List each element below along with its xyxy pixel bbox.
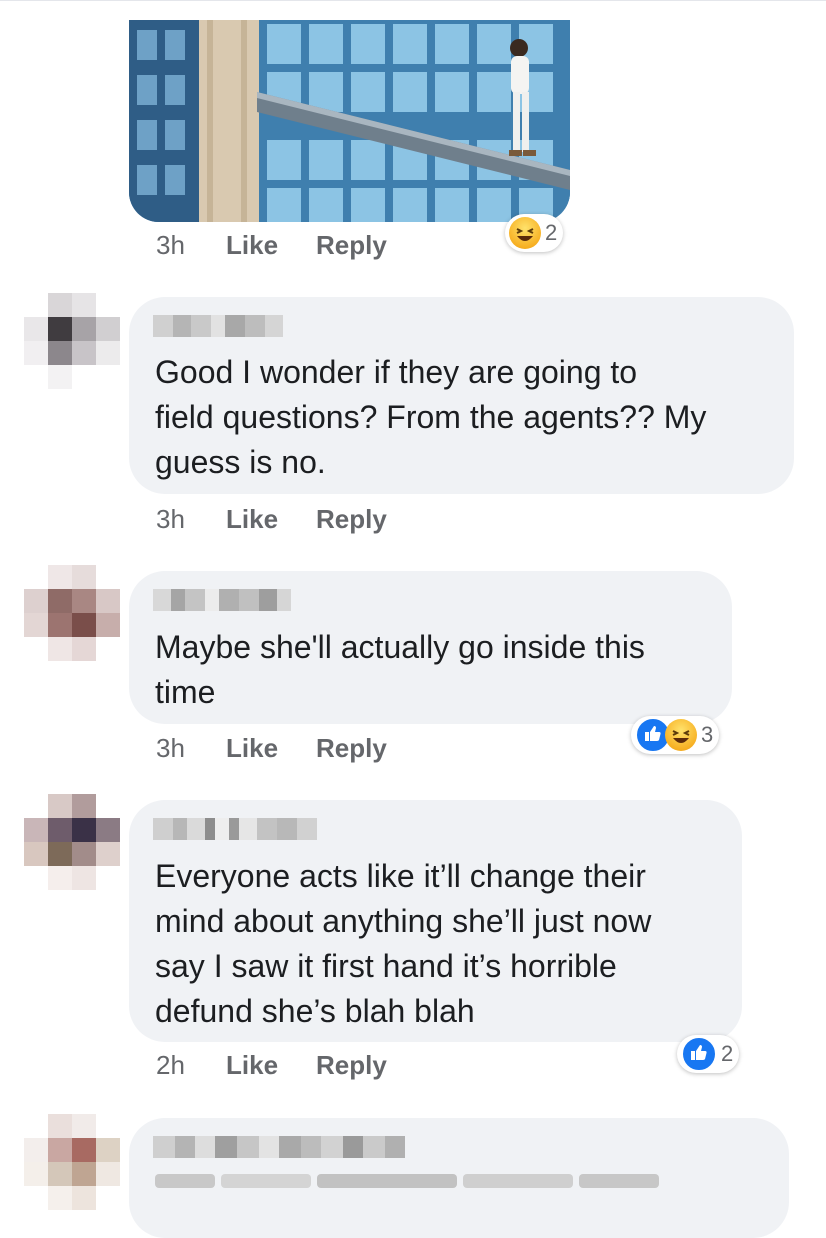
reply-link[interactable]: Reply — [316, 504, 387, 535]
like-link[interactable]: Like — [226, 504, 278, 535]
comment-bubble: Good I wonder if they are going to field… — [129, 297, 794, 494]
reply-link[interactable]: Reply — [316, 1050, 387, 1081]
building-photo — [129, 20, 570, 222]
like-link[interactable]: Like — [226, 230, 278, 261]
comment-text: Everyone acts like it’ll change their mi… — [155, 858, 652, 1029]
reaction-count: 2 — [721, 1041, 734, 1066]
haha-icon — [509, 217, 541, 249]
reply-link[interactable]: Reply — [316, 733, 387, 764]
reactions-badge[interactable]: 2 — [505, 214, 564, 252]
like-link[interactable]: Like — [226, 733, 278, 764]
comment-time: 2h — [156, 1049, 185, 1080]
reactions-badge[interactable]: 3 — [631, 716, 720, 754]
author-name[interactable] — [153, 818, 317, 840]
comment-bubble: Maybe she'll actually go inside this tim… — [129, 571, 732, 724]
comment-meta: 3h Like Reply — [156, 728, 425, 768]
comment-time: 3h — [156, 732, 185, 763]
comment-time: 3h — [156, 229, 185, 260]
reaction-count: 3 — [701, 722, 714, 747]
avatar[interactable] — [24, 794, 120, 890]
haha-icon — [665, 719, 697, 751]
author-name[interactable] — [153, 315, 283, 337]
reactions-badge[interactable]: 2 — [677, 1035, 740, 1073]
comment-bubble — [129, 1118, 789, 1238]
avatar[interactable] — [24, 565, 120, 661]
avatar[interactable] — [24, 1114, 120, 1210]
comment-text: Maybe she'll actually go inside this tim… — [155, 629, 645, 710]
comment-time: 3h — [156, 503, 185, 534]
author-name[interactable] — [153, 589, 291, 611]
comment-text: Good I wonder if they are going to field… — [155, 354, 707, 480]
like-icon — [681, 1036, 717, 1072]
comment-photo[interactable] — [129, 20, 570, 222]
avatar[interactable] — [24, 293, 120, 389]
comment-meta: 3h Like Reply — [156, 499, 425, 539]
reply-link[interactable]: Reply — [316, 230, 387, 261]
comment-bubble: Everyone acts like it’ll change their mi… — [129, 800, 742, 1042]
reaction-count: 2 — [545, 220, 558, 245]
author-name[interactable] — [153, 1136, 405, 1158]
comment-meta: 3h Like Reply — [156, 225, 425, 265]
like-link[interactable]: Like — [226, 1050, 278, 1081]
comment-text-blurred — [155, 1174, 659, 1188]
comment-meta: 2h Like Reply — [156, 1045, 425, 1085]
top-divider — [0, 0, 826, 1]
